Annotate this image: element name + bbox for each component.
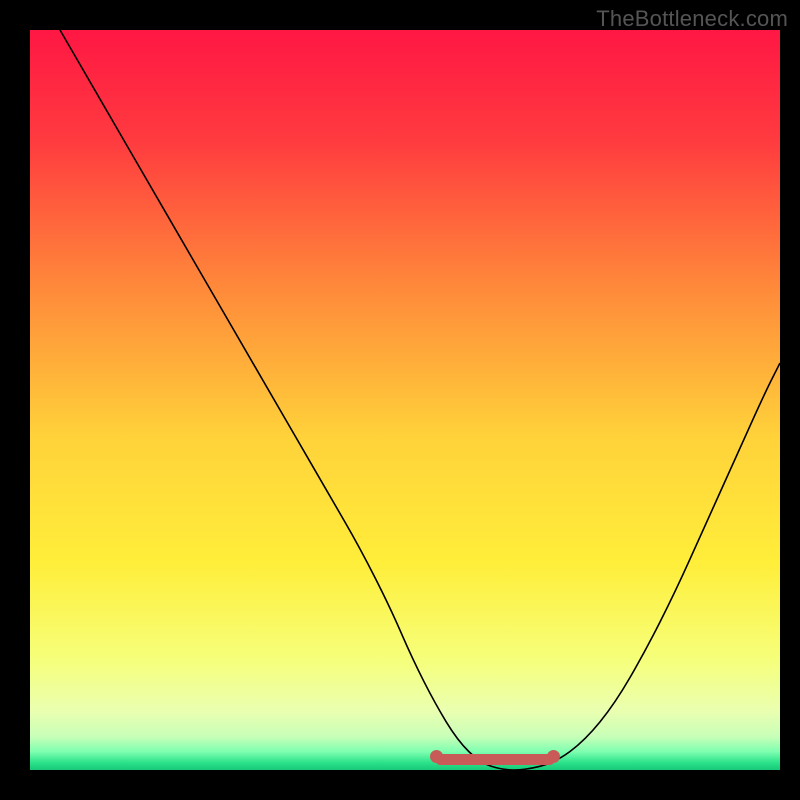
plot-area xyxy=(30,30,780,770)
attribution-text: TheBottleneck.com xyxy=(596,6,788,32)
bottleneck-curve xyxy=(30,30,780,770)
optimal-zone-marker xyxy=(435,754,555,765)
optimal-zone-dot-right xyxy=(547,750,560,763)
optimal-zone-dot-left xyxy=(430,750,443,763)
